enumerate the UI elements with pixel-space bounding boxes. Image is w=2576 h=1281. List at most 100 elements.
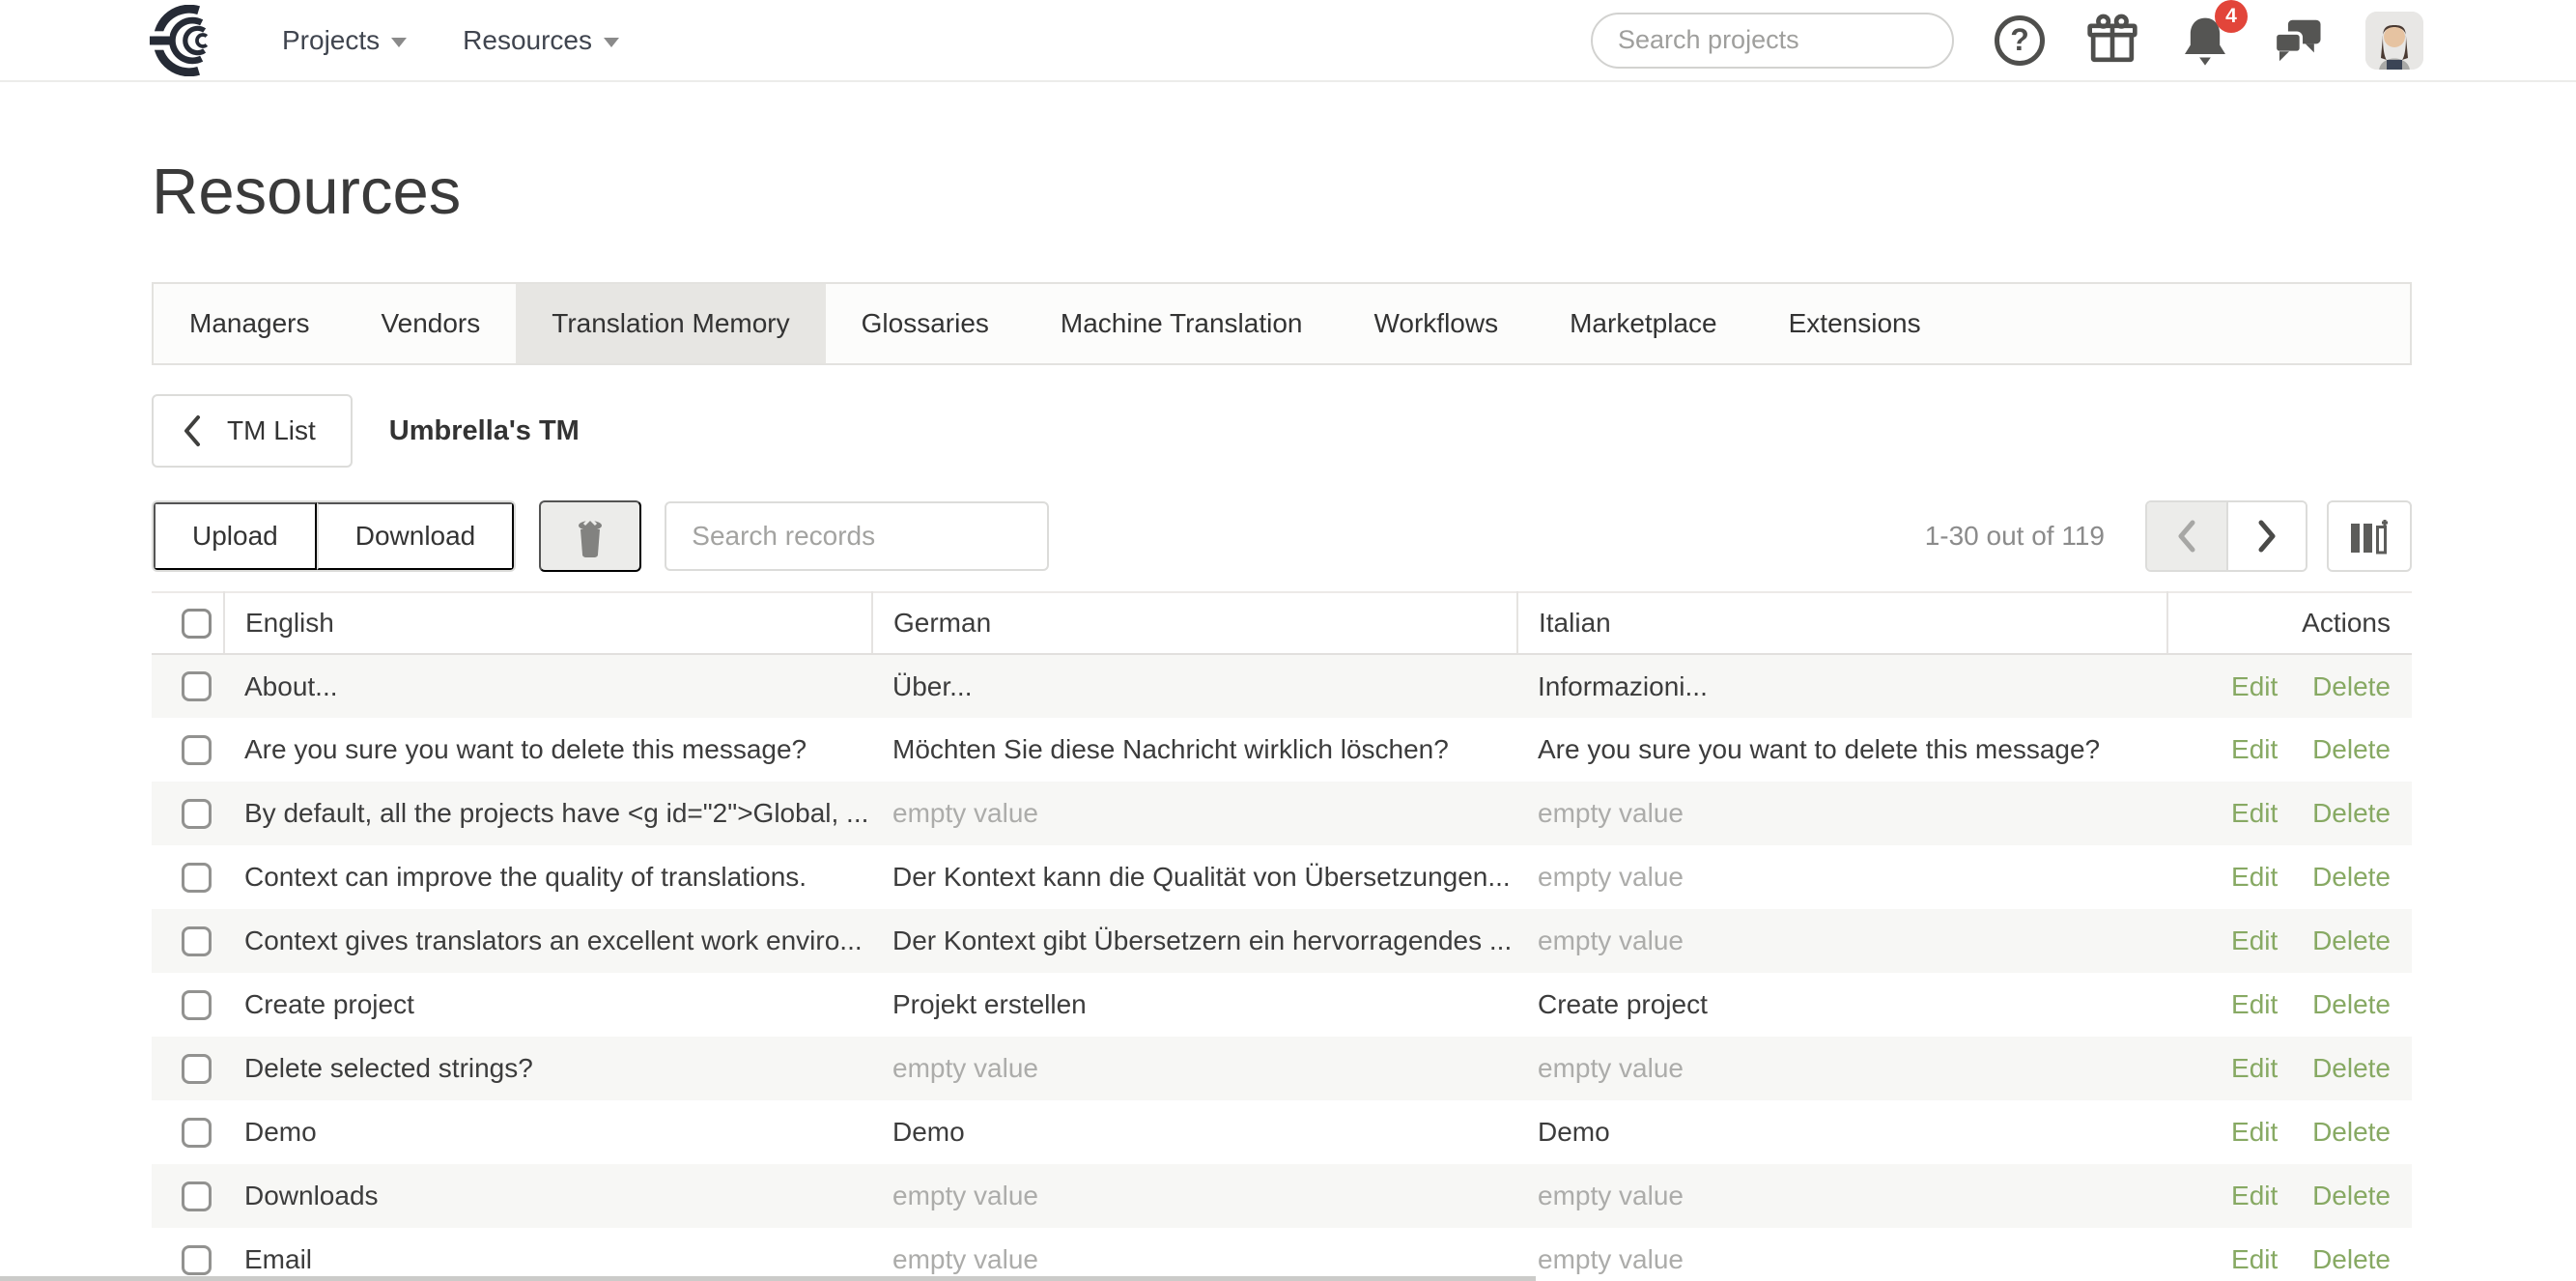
delete-link[interactable]: Delete [2312,925,2391,955]
page-title: Resources [152,155,2412,229]
previous-page-button[interactable] [2147,502,2226,570]
cell-german: Demo [872,1100,1517,1164]
row-checkbox[interactable] [182,1118,212,1148]
edit-link[interactable]: Edit [2231,734,2278,764]
row-checkbox[interactable] [182,990,212,1020]
manage-columns-button[interactable] [2327,500,2412,572]
cell-german: Möchten Sie diese Nachricht wirklich lös… [872,718,1517,782]
tab-marketplace[interactable]: Marketplace [1534,284,1753,363]
cell-english: Email [224,1228,872,1281]
table-row: Delete selected strings? empty value emp… [152,1037,2412,1100]
cell-english: Are you sure you want to delete this mes… [224,718,872,782]
cell-italian: empty value [1517,1037,2167,1100]
tab-vendors[interactable]: Vendors [346,284,517,363]
tab-workflows[interactable]: Workflows [1338,284,1534,363]
edit-link[interactable]: Edit [2231,1181,2278,1210]
delete-link[interactable]: Delete [2312,1117,2391,1147]
cell-english: Downloads [224,1164,872,1228]
row-checkbox[interactable] [182,926,212,956]
cell-italian: Create project [1517,973,2167,1037]
cell-english: Context can improve the quality of trans… [224,845,872,909]
cell-italian: empty value [1517,909,2167,973]
edit-link[interactable]: Edit [2231,1244,2278,1274]
table-row: About... Über... Informazioni... Edit De… [152,654,2412,718]
cell-italian: empty value [1517,1228,2167,1281]
edit-link[interactable]: Edit [2231,1117,2278,1147]
next-page-button[interactable] [2226,502,2306,570]
edit-link[interactable]: Edit [2231,925,2278,955]
cell-italian: Informazioni... [1517,654,2167,718]
tab-translation-memory[interactable]: Translation Memory [516,284,825,363]
row-checkbox[interactable] [182,671,212,701]
cell-english: Context gives translators an excellent w… [224,909,872,973]
tab-machine-translation[interactable]: Machine Translation [1025,284,1339,363]
current-tm-name: Umbrella's TM [389,415,580,447]
row-checkbox[interactable] [182,1181,212,1211]
cell-german: Über... [872,654,1517,718]
edit-link[interactable]: Edit [2231,798,2278,828]
nav-projects-menu[interactable]: Projects [282,25,407,56]
tm-toolbar: Upload Download 1-30 out of 119 [152,500,2412,572]
tm-records-table: English German Italian Actions About... … [152,591,2412,1281]
row-checkbox[interactable] [182,863,212,893]
table-header-row: English German Italian Actions [152,592,2412,654]
delete-link[interactable]: Delete [2312,862,2391,892]
delete-link[interactable]: Delete [2312,1053,2391,1083]
tab-managers[interactable]: Managers [154,284,346,363]
chevron-down-icon [604,38,619,47]
organization-logo[interactable] [147,5,226,76]
notifications-button[interactable]: 4 [2180,14,2230,68]
delete-link[interactable]: Delete [2312,1244,2391,1274]
delete-link[interactable]: Delete [2312,734,2391,764]
main-content: Resources Managers Vendors Translation M… [0,155,2576,1281]
row-checkbox[interactable] [182,1245,212,1275]
whats-new-button[interactable] [2085,14,2139,68]
horizontal-scrollbar-thumb[interactable] [0,1276,1536,1281]
columns-icon [2347,514,2392,558]
table-row: Context gives translators an excellent w… [152,909,2412,973]
delete-selected-button[interactable] [539,500,641,572]
delete-link[interactable]: Delete [2312,671,2391,701]
cell-english: Demo [224,1100,872,1164]
user-avatar[interactable] [2365,12,2423,70]
cell-english: By default, all the projects have <g id=… [224,782,872,845]
delete-link[interactable]: Delete [2312,798,2391,828]
tab-extensions[interactable]: Extensions [1753,284,1957,363]
edit-link[interactable]: Edit [2231,671,2278,701]
row-checkbox[interactable] [182,735,212,765]
cell-german: empty value [872,1164,1517,1228]
search-records-input[interactable] [665,501,1049,571]
cell-italian: Demo [1517,1100,2167,1164]
back-to-tm-list-button[interactable]: TM List [152,394,353,468]
row-checkbox[interactable] [182,1054,212,1084]
edit-link[interactable]: Edit [2231,989,2278,1019]
table-row: Email empty value empty value Edit Delet… [152,1228,2412,1281]
cell-italian: Are you sure you want to delete this mes… [1517,718,2167,782]
top-navigation-bar: Projects Resources ? [0,0,2576,82]
nav-resources-label: Resources [463,25,592,56]
delete-link[interactable]: Delete [2312,1181,2391,1210]
tab-glossaries[interactable]: Glossaries [826,284,1025,363]
edit-link[interactable]: Edit [2231,1053,2278,1083]
cell-italian: empty value [1517,845,2167,909]
edit-link[interactable]: Edit [2231,862,2278,892]
cell-italian: empty value [1517,1164,2167,1228]
pagination-controls [2145,500,2307,572]
nav-projects-label: Projects [282,25,380,56]
nav-resources-menu[interactable]: Resources [463,25,619,56]
project-search-input[interactable] [1618,25,1960,55]
delete-link[interactable]: Delete [2312,989,2391,1019]
table-row: Context can improve the quality of trans… [152,845,2412,909]
cell-german: Der Kontext gibt Übersetzern ein hervorr… [872,909,1517,973]
cell-german: Der Kontext kann die Qualität von Überse… [872,845,1517,909]
messages-button[interactable] [2271,15,2325,66]
download-button[interactable]: Download [317,502,515,570]
cell-german: Projekt erstellen [872,973,1517,1037]
column-header-italian: Italian [1517,592,2167,654]
row-checkbox[interactable] [182,799,212,829]
table-row: Are you sure you want to delete this mes… [152,718,2412,782]
project-search-box[interactable] [1591,13,1954,69]
help-button[interactable]: ? [1995,15,2045,66]
upload-button[interactable]: Upload [154,502,317,570]
select-all-checkbox[interactable] [182,609,212,639]
